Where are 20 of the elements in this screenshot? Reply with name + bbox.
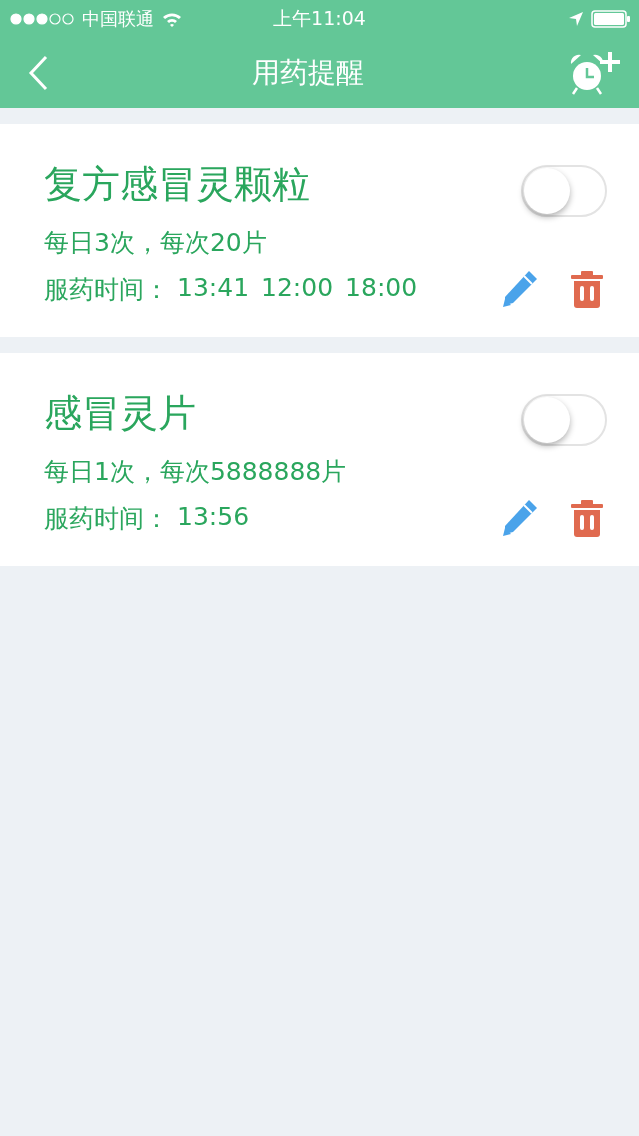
dose-time: 18:00 [345, 272, 418, 304]
medicine-name: 感冒灵片 [44, 389, 196, 437]
dosage-text: 每日1次，每次5888888片 [44, 456, 348, 488]
medicine-name: 复方感冒灵颗粒 [44, 160, 310, 208]
battery-icon [591, 10, 631, 28]
dosage-text: 每日3次，每次20片 [44, 227, 268, 259]
back-button[interactable] [28, 55, 48, 91]
carrier-name: 中国联通 [82, 7, 154, 31]
wifi-icon [162, 11, 182, 27]
status-time: 上午11:04 [273, 6, 366, 31]
times-label: 服药时间： [44, 273, 169, 306]
dose-time: 13:56 [177, 501, 250, 533]
page-title: 用药提醒 [251, 55, 364, 91]
signal-icon [10, 13, 74, 25]
times-label: 服药时间： [44, 502, 169, 535]
dose-time: 12:00 [261, 272, 334, 304]
dose-time: 13:41 [177, 272, 250, 304]
reminder-toggle[interactable] [521, 165, 607, 217]
reminder-toggle[interactable] [521, 394, 607, 446]
location-icon [569, 12, 583, 26]
